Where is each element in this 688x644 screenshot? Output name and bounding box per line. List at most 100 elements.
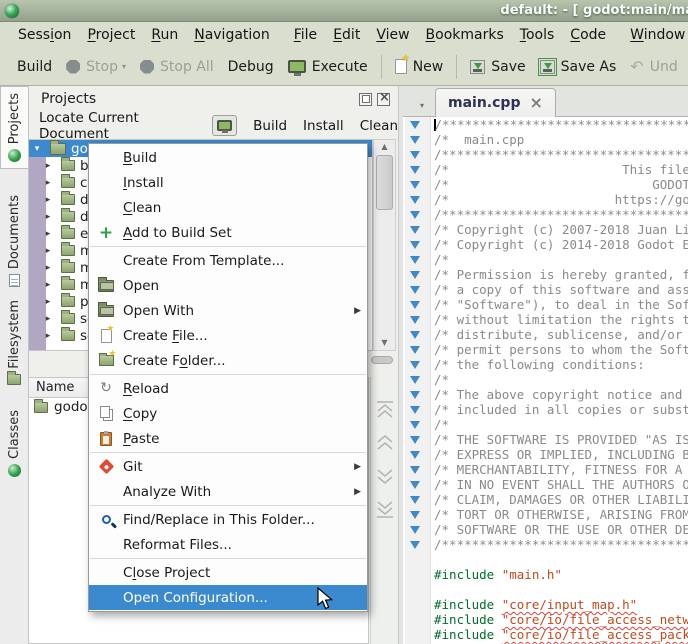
menu-item-open-with[interactable]: Open With▶: [89, 298, 367, 323]
menu-item-find-replace-in-this-folder[interactable]: Find/Replace in This Folder...: [89, 507, 367, 532]
menubar-item-file[interactable]: File: [286, 24, 325, 46]
fold-marker-icon[interactable]: [410, 526, 420, 534]
buildset-remove-icon[interactable]: [371, 356, 393, 364]
tab-main-cpp[interactable]: main.cpp ×: [435, 88, 556, 117]
expander-right-icon[interactable]: ▸: [40, 297, 56, 307]
fold-marker-icon[interactable]: [410, 166, 420, 174]
menu-item-clean[interactable]: Clean: [89, 195, 367, 220]
menu-item-open[interactable]: Open: [89, 273, 367, 298]
fold-marker-icon[interactable]: [410, 286, 420, 294]
move-up-icon[interactable]: [374, 433, 396, 453]
move-down-icon[interactable]: [374, 466, 396, 486]
menubar-item-tools[interactable]: Tools: [512, 24, 563, 46]
code-view[interactable]: /***************************************…: [403, 117, 688, 644]
menubar-item-window[interactable]: Window: [622, 24, 688, 46]
menubar-item-navigation[interactable]: Navigation: [186, 24, 278, 46]
titlebar[interactable]: default: - [ godot:main/ma: [0, 0, 688, 22]
fold-marker-icon[interactable]: [410, 346, 420, 354]
menu-item-copy[interactable]: Copy: [89, 401, 367, 426]
fold-marker-icon[interactable]: [410, 511, 420, 519]
menubar-item-edit[interactable]: Edit: [325, 24, 368, 46]
fold-marker-icon[interactable]: [410, 406, 420, 414]
fold-marker-icon[interactable]: [410, 316, 420, 324]
fold-marker-icon[interactable]: [410, 391, 420, 399]
move-bottom-icon[interactable]: [374, 499, 396, 519]
fold-marker-icon[interactable]: [410, 481, 420, 489]
expander-right-icon[interactable]: ▸: [40, 263, 56, 273]
panel-close-icon[interactable]: [377, 93, 390, 106]
menu-item-build[interactable]: Build: [89, 145, 367, 170]
sidebar-tab-filesystem[interactable]: Filesystem: [0, 294, 28, 391]
scrollbar-thumb[interactable]: [376, 155, 393, 210]
fold-marker-icon[interactable]: [410, 331, 420, 339]
expander-right-icon[interactable]: ▸: [40, 229, 56, 239]
fold-marker-icon[interactable]: [410, 136, 420, 144]
menubar-item-run[interactable]: Run: [143, 24, 186, 46]
fold-marker-icon[interactable]: [410, 301, 420, 309]
document-list-dropdown-icon[interactable]: ▾: [420, 101, 424, 110]
dropdown-arrow-icon[interactable]: ▾: [122, 62, 126, 71]
fold-marker-icon[interactable]: [410, 271, 420, 279]
menu-item-install[interactable]: Install: [89, 170, 367, 195]
menu-item-create-folder[interactable]: Create Folder...: [89, 348, 367, 373]
build-button[interactable]: Build: [253, 118, 287, 134]
fold-marker-icon[interactable]: [410, 541, 420, 549]
menubar-item-session[interactable]: Session: [10, 24, 79, 46]
tree-scrollbar[interactable]: ▲ ▼: [373, 139, 396, 351]
fold-marker-icon[interactable]: [410, 376, 420, 384]
expander-right-icon[interactable]: ▸: [40, 178, 56, 188]
move-top-icon[interactable]: [374, 400, 396, 420]
fold-marker-icon[interactable]: [410, 196, 420, 204]
expander-right-icon[interactable]: ▸: [40, 314, 56, 324]
save-as-button[interactable]: Save As: [533, 55, 624, 79]
tab-close-icon[interactable]: ×: [529, 98, 542, 108]
scroll-down-icon[interactable]: ▼: [374, 336, 395, 350]
locate-current-document-button[interactable]: Locate Current Document: [39, 110, 196, 142]
menubar-item-project[interactable]: Project: [79, 24, 143, 46]
expander-right-icon[interactable]: ▸: [40, 331, 56, 341]
build-button[interactable]: Build: [10, 55, 59, 79]
panel-execute-button[interactable]: [212, 115, 237, 136]
debug-button[interactable]: Debug: [221, 55, 281, 79]
menu-item-git[interactable]: Git▶: [89, 454, 367, 479]
save-button[interactable]: Save: [463, 55, 532, 79]
expander-right-icon[interactable]: ▸: [40, 246, 56, 256]
fold-marker-icon[interactable]: [410, 466, 420, 474]
fold-marker-icon[interactable]: [410, 121, 420, 129]
menubar-item-view[interactable]: View: [368, 24, 417, 46]
fold-marker-icon[interactable]: [410, 241, 420, 249]
execute-button[interactable]: Execute: [281, 55, 375, 79]
fold-marker-icon[interactable]: [410, 421, 420, 429]
fold-marker-icon[interactable]: [410, 151, 420, 159]
menu-item-create-from-template[interactable]: Create From Template...: [89, 248, 367, 273]
fold-marker-icon[interactable]: [410, 226, 420, 234]
sidebar-tab-classes[interactable]: Classes: [0, 404, 28, 483]
menu-item-paste[interactable]: Paste: [89, 426, 367, 451]
menubar-item-bookmarks[interactable]: Bookmarks: [418, 24, 512, 46]
fold-marker-icon[interactable]: [410, 436, 420, 444]
menu-item-add-to-build-set[interactable]: +Add to Build Set: [89, 220, 367, 245]
menu-item-create-file[interactable]: Create File...: [89, 323, 367, 348]
expander-right-icon[interactable]: ▸: [40, 161, 56, 171]
fold-marker-icon[interactable]: [410, 211, 420, 219]
expander-right-icon[interactable]: ▸: [40, 195, 56, 205]
expander-right-icon[interactable]: ▸: [40, 212, 56, 222]
panel-float-icon[interactable]: [359, 93, 372, 106]
menubar-item-code[interactable]: Code: [562, 24, 614, 46]
fold-marker-icon[interactable]: [410, 181, 420, 189]
expander-down-icon[interactable]: ▾: [29, 144, 45, 154]
menu-item-reformat-files[interactable]: Reformat Files...: [89, 532, 367, 557]
scroll-up-icon[interactable]: ▲: [374, 140, 395, 154]
fold-marker-icon[interactable]: [410, 256, 420, 264]
expander-right-icon[interactable]: ▸: [40, 280, 56, 290]
menu-item-close-project[interactable]: Close Project: [89, 560, 367, 585]
menu-item-analyze-with[interactable]: Analyze With▶: [89, 479, 367, 504]
clean-button[interactable]: Clean: [360, 118, 398, 134]
fold-marker-icon[interactable]: [410, 496, 420, 504]
sidebar-tab-projects[interactable]: Projects: [0, 86, 28, 169]
sidebar-tab-documents[interactable]: Documents: [0, 189, 28, 293]
install-button[interactable]: Install: [303, 118, 344, 134]
fold-marker-icon[interactable]: [410, 451, 420, 459]
fold-marker-icon[interactable]: [410, 361, 420, 369]
menu-item-reload[interactable]: ↻Reload: [89, 376, 367, 401]
